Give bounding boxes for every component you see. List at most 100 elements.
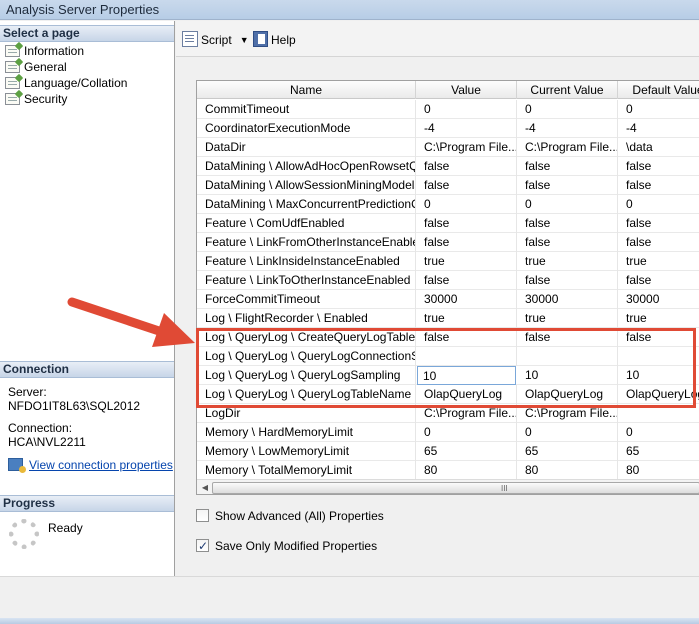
property-current-value: true [517,252,618,271]
column-header-current-value[interactable]: Current Value [517,81,618,99]
property-value[interactable]: false [416,271,517,290]
property-value[interactable]: 65 [416,442,517,461]
left-pane: Select a page Information General Langua… [0,21,175,576]
server-value: NFDO1IT8L63\SQL2012 [8,399,141,413]
property-value[interactable]: 0 [416,100,517,119]
page-icon [5,77,20,89]
dropdown-caret-icon[interactable]: ▼ [240,31,249,49]
column-header-default-value[interactable]: Default Value [618,81,699,99]
property-value[interactable]: true [416,252,517,271]
property-current-value: 0 [517,423,618,442]
property-current-value: OlapQueryLog [517,385,618,404]
table-row[interactable]: DataMining \ MaxConcurrentPredictionQ...… [197,195,699,214]
value-edit-input[interactable] [418,367,515,384]
table-row[interactable]: Feature \ LinkFromOtherInstanceEnabled fa… [197,233,699,252]
column-header-name[interactable]: Name [197,81,416,99]
page-item-information[interactable]: Information [2,43,127,59]
table-row[interactable]: Memory \ LowMemoryLimit 65 65 65 [197,442,699,461]
pages-list: Information General Language/Collation S… [2,43,127,107]
page-item-label: Language/Collation [24,76,128,90]
property-current-value: false [517,271,618,290]
property-value[interactable]: false [416,157,517,176]
toolbar: Script ▼ Help [176,21,699,57]
show-advanced-checkbox[interactable]: Show Advanced (All) Properties [196,507,384,525]
progress-spinner-icon [9,519,39,549]
property-name: Memory \ HardMemoryLimit [197,423,416,442]
page-icon [5,93,20,105]
table-row[interactable]: CommitTimeout 0 0 0 [197,100,699,119]
table-row[interactable]: DataDir C:\Program File... C:\Program File… [197,138,699,157]
table-row[interactable]: Memory \ HardMemoryLimit 0 0 0 [197,423,699,442]
view-connection-link[interactable]: View connection properties [29,458,173,472]
property-current-value: false [517,233,618,252]
table-row[interactable]: Log \ QueryLog \ QueryLogConnectionS... [197,347,699,366]
property-name: Feature \ LinkFromOtherInstanceEnabled [197,233,416,252]
property-default-value: 10 [626,368,640,382]
property-current-value: false [517,176,618,195]
save-modified-label: Save Only Modified Properties [215,539,378,553]
page-item-security[interactable]: Security [2,91,127,107]
table-row[interactable]: DataMining \ AllowAdHocOpenRowsetQ... fal… [197,157,699,176]
property-current-value: 10 [517,366,618,385]
property-value[interactable]: false [416,328,517,347]
table-row[interactable]: Log \ QueryLog \ CreateQueryLogTable fals… [197,328,699,347]
table-row[interactable]: Feature \ LinkInsideInstanceEnabled true t… [197,252,699,271]
script-icon [182,31,198,47]
connection-header: Connection [0,361,174,378]
table-row[interactable]: Log \ QueryLog \ QueryLogTableName OlapQu… [197,385,699,404]
page-item-language-collation[interactable]: Language/Collation [2,75,127,91]
property-value[interactable]: C:\Program File... [416,138,517,157]
table-row[interactable]: Memory \ TotalMemoryLimit 80 80 80 [197,461,699,480]
property-default-value: false [626,216,652,230]
grid-rows: CommitTimeout 0 0 0 CoordinatorExecutionMode… [197,100,699,480]
help-icon [253,31,268,47]
property-name: Log \ FlightRecorder \ Enabled [197,309,416,328]
property-value[interactable]: false [416,176,517,195]
property-current-value: false [517,157,618,176]
script-button[interactable]: Script ▼ [182,31,249,49]
table-row[interactable]: CoordinatorExecutionMode -4 -4 -4 [197,119,699,138]
view-connection-properties[interactable]: View connection properties [8,458,173,473]
save-modified-checkbox[interactable]: Save Only Modified Properties [196,537,377,555]
value-edit-box[interactable] [417,366,516,385]
property-current-value: false [517,328,618,347]
page-item-label: Information [24,44,85,58]
property-value[interactable]: false [416,233,517,252]
checkbox-box[interactable] [196,509,209,522]
property-value[interactable]: false [416,214,517,233]
column-header-value[interactable]: Value [416,81,517,99]
property-value[interactable]: C:\Program File... [416,404,517,423]
property-value[interactable]: OlapQueryLog [416,385,517,404]
table-row[interactable]: Log \ QueryLog \ QueryLogSampling 10 10 [197,366,699,385]
property-current-value: C:\Program File... [517,138,618,157]
property-name: Log \ QueryLog \ QueryLogTableName [197,385,416,404]
property-value[interactable]: 30000 [416,290,517,309]
scroll-left-icon[interactable]: ◀ [199,482,211,494]
property-name: Feature \ ComUdfEnabled [197,214,416,233]
property-value[interactable]: -4 [416,119,517,138]
table-row[interactable]: Feature \ ComUdfEnabled false false false [197,214,699,233]
property-default-value: false [626,330,652,344]
property-value[interactable] [416,347,517,366]
horizontal-scrollbar[interactable]: ◀ III [197,479,699,494]
property-name: Log \ QueryLog \ CreateQueryLogTable [197,328,416,347]
property-name: CommitTimeout [197,100,416,119]
property-name: Feature \ LinkToOtherInstanceEnabled [197,271,416,290]
page-item-label: Security [24,92,68,106]
property-current-value: 0 [517,100,618,119]
property-value[interactable]: 0 [416,195,517,214]
table-row[interactable]: Log \ FlightRecorder \ Enabled true true tr… [197,309,699,328]
property-value[interactable]: 80 [416,461,517,480]
property-value[interactable]: true [416,309,517,328]
property-value[interactable]: 0 [416,423,517,442]
property-default-value: true [626,311,647,325]
table-row[interactable]: LogDir C:\Program File... C:\Program File.… [197,404,699,423]
scrollbar-thumb[interactable]: III [212,482,699,494]
page-item-general[interactable]: General [2,59,127,75]
table-row[interactable]: Feature \ LinkToOtherInstanceEnabled fals… [197,271,699,290]
table-row[interactable]: DataMining \ AllowSessionMiningModels fal… [197,176,699,195]
help-button[interactable]: Help [253,31,296,49]
table-row[interactable]: ForceCommitTimeout 30000 30000 30000 [197,290,699,309]
property-default-value: 80 [626,463,640,477]
checkbox-box[interactable] [196,537,209,555]
